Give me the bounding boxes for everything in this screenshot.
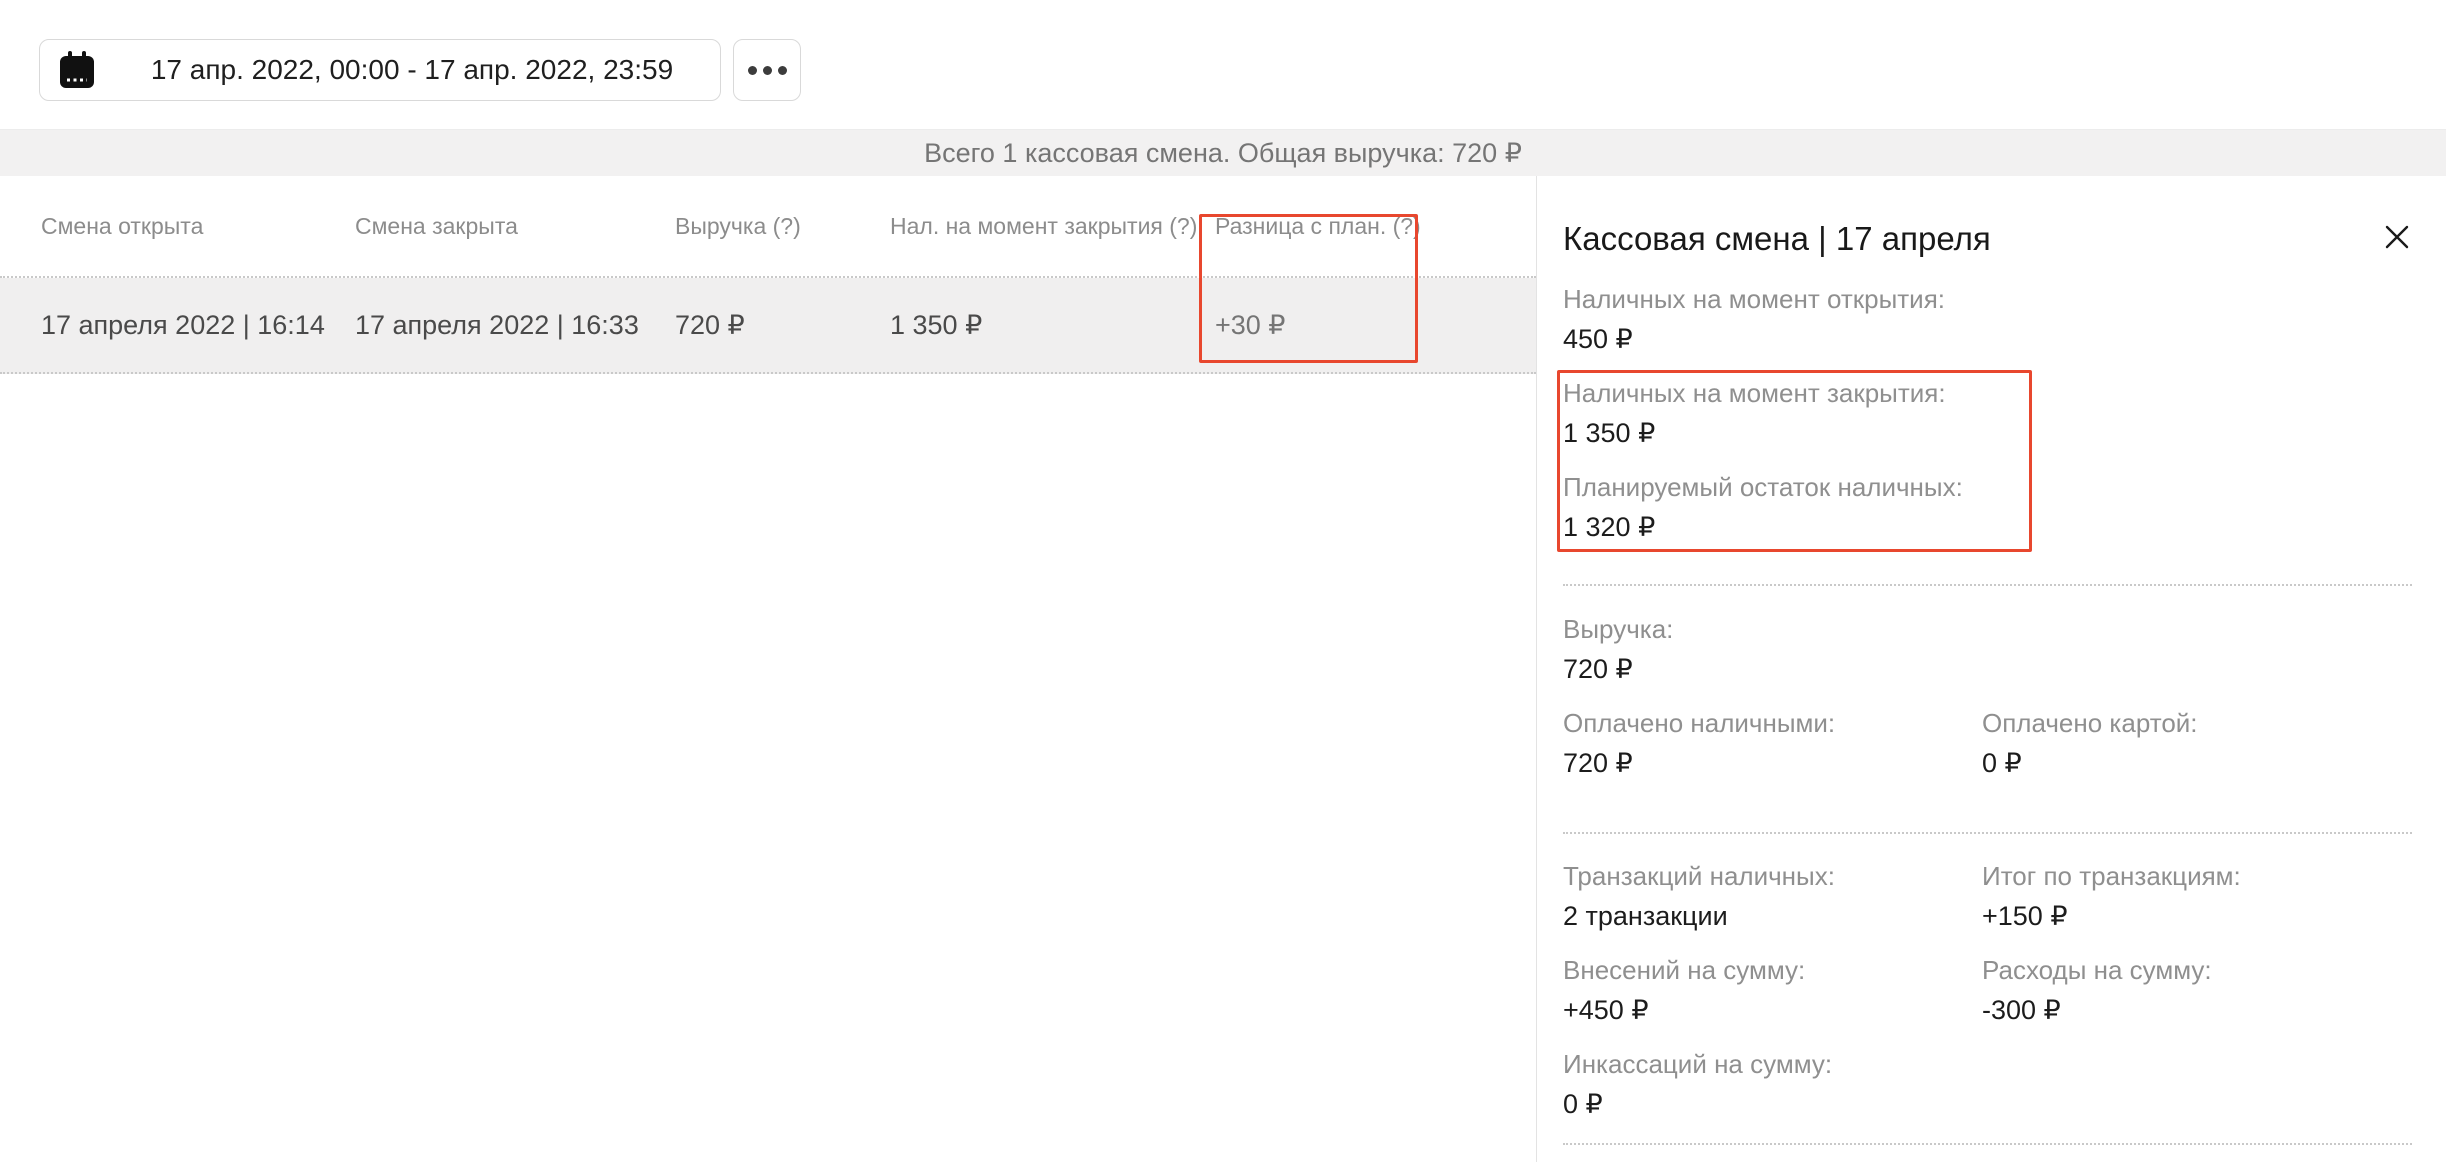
table-header-row: Смена открыта Смена закрыта Выручка (?) …: [0, 176, 1536, 278]
summary-text: Всего 1 кассовая смена. Общая выручка: 7…: [924, 138, 1522, 169]
field-paid-cash: Оплачено наличными: 720 ₽: [1563, 708, 1982, 778]
field-closing-cash: Наличных на момент закрытия: 1 350 ₽: [1563, 378, 2412, 448]
col-header-shift-opened: Смена открыта: [41, 213, 355, 240]
calendar-icon: [60, 51, 94, 89]
date-range-value: 17 апр. 2022, 00:00 - 17 апр. 2022, 23:5…: [124, 54, 700, 86]
field-deposits: Внесений на сумму: +450 ₽: [1563, 955, 1982, 1025]
date-range-picker[interactable]: 17 апр. 2022, 00:00 - 17 апр. 2022, 23:5…: [39, 39, 721, 101]
field-revenue: Выручка: 720 ₽: [1563, 614, 2412, 684]
section-divider: [1563, 832, 2412, 834]
field-collections: Инкассаций на сумму: 0 ₽: [1563, 1049, 2412, 1119]
summary-bar: Всего 1 кассовая смена. Общая выручка: 7…: [0, 129, 2446, 176]
col-header-cash-at-close: Нал. на момент закрытия (?): [890, 213, 1215, 240]
field-cash-transactions: Транзакций наличных: 2 транзакции: [1563, 861, 1982, 931]
section-divider: [1563, 1143, 2412, 1145]
cell-shift-opened: 17 апреля 2022 | 16:14: [41, 310, 355, 341]
field-transactions-total: Итог по транзакциям: +150 ₽: [1982, 861, 2412, 931]
col-header-plan-diff: Разница с план. (?): [1215, 213, 1536, 240]
field-planned-cash: Планируемый остаток наличных: 1 320 ₽: [1563, 472, 2412, 542]
cell-revenue: 720 ₽: [675, 310, 890, 341]
more-options-button[interactable]: [733, 39, 801, 101]
ellipsis-icon: [748, 66, 757, 75]
close-icon: [2382, 222, 2412, 252]
col-header-shift-closed: Смена закрыта: [355, 213, 675, 240]
field-expenses: Расходы на сумму: -300 ₽: [1982, 955, 2412, 1025]
table-row[interactable]: 17 апреля 2022 | 16:14 17 апреля 2022 | …: [0, 278, 1536, 374]
panel-title: Кассовая смена | 17 апреля: [1563, 220, 1991, 258]
close-button[interactable]: [2382, 222, 2412, 252]
cell-cash-at-close: 1 350 ₽: [890, 310, 1215, 341]
cell-shift-closed: 17 апреля 2022 | 16:33: [355, 310, 675, 341]
field-paid-card: Оплачено картой: 0 ₽: [1982, 708, 2412, 778]
shift-detail-panel: Кассовая смена | 17 апреля Наличных на м…: [1536, 176, 2446, 1162]
toolbar: 17 апр. 2022, 00:00 - 17 апр. 2022, 23:5…: [0, 0, 2446, 129]
shifts-table: Смена открыта Смена закрыта Выручка (?) …: [0, 176, 1536, 1162]
section-divider: [1563, 584, 2412, 586]
field-opening-cash: Наличных на момент открытия: 450 ₽: [1563, 284, 2412, 354]
col-header-revenue: Выручка (?): [675, 213, 890, 240]
cell-plan-diff: +30 ₽: [1215, 310, 1536, 341]
